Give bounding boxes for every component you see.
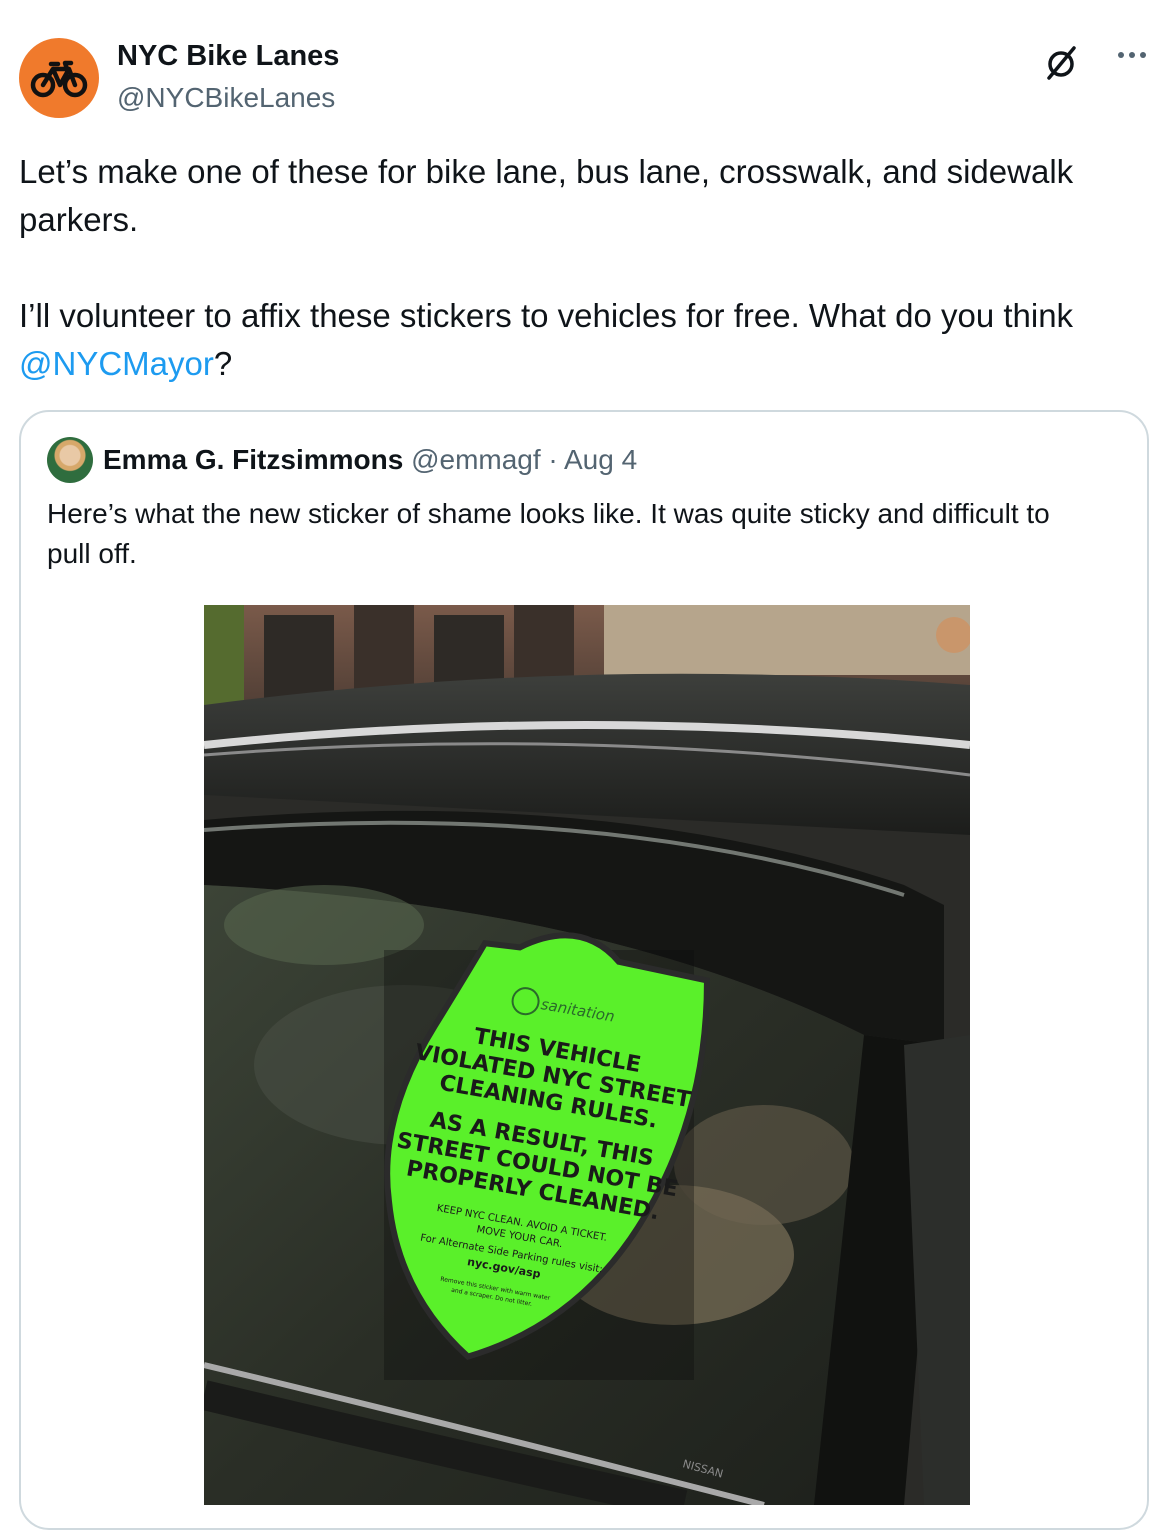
- quoted-tweet-photo[interactable]: sanitation THIS VEHICLE VIOLATED NYC STR…: [204, 605, 970, 1505]
- quoted-tweet-date[interactable]: Aug 4: [564, 444, 637, 475]
- sticker-photo-illustration: sanitation THIS VEHICLE VIOLATED NYC STR…: [204, 605, 970, 1505]
- tweet-paragraph-2-text: I’ll volunteer to affix these stickers t…: [19, 297, 1074, 334]
- more-options-icon[interactable]: [1115, 45, 1149, 65]
- author-handle[interactable]: @NYCBikeLanes: [117, 82, 335, 114]
- mention-link[interactable]: @NYCMayor: [19, 345, 214, 382]
- author-name[interactable]: NYC Bike Lanes: [117, 40, 339, 73]
- tweet-paragraph-2: I’ll volunteer to affix these stickers t…: [19, 292, 1154, 388]
- quoted-author-avatar[interactable]: [47, 437, 93, 483]
- tweet-paragraph-2-end: ?: [213, 345, 233, 382]
- tweet-paragraph-1: Let’s make one of these for bike lane, b…: [19, 153, 1074, 238]
- bicycle-icon: [30, 60, 88, 98]
- quoted-author-handle[interactable]: @emmagf: [411, 444, 541, 475]
- meta-separator: ·: [540, 444, 564, 475]
- author-avatar[interactable]: [19, 38, 99, 118]
- quoted-tweet-text: Here’s what the new sticker of shame loo…: [47, 498, 1050, 569]
- quoted-tweet-header: Emma G. Fitzsimmons @emmagf · Aug 4: [103, 444, 637, 476]
- quoted-author-name[interactable]: Emma G. Fitzsimmons: [103, 444, 403, 475]
- quoted-tweet[interactable]: Emma G. Fitzsimmons @emmagf · Aug 4 Here…: [19, 410, 1149, 1530]
- tweet-text: Let’s make one of these for bike lane, b…: [19, 148, 1154, 388]
- grok-icon[interactable]: [1041, 43, 1081, 83]
